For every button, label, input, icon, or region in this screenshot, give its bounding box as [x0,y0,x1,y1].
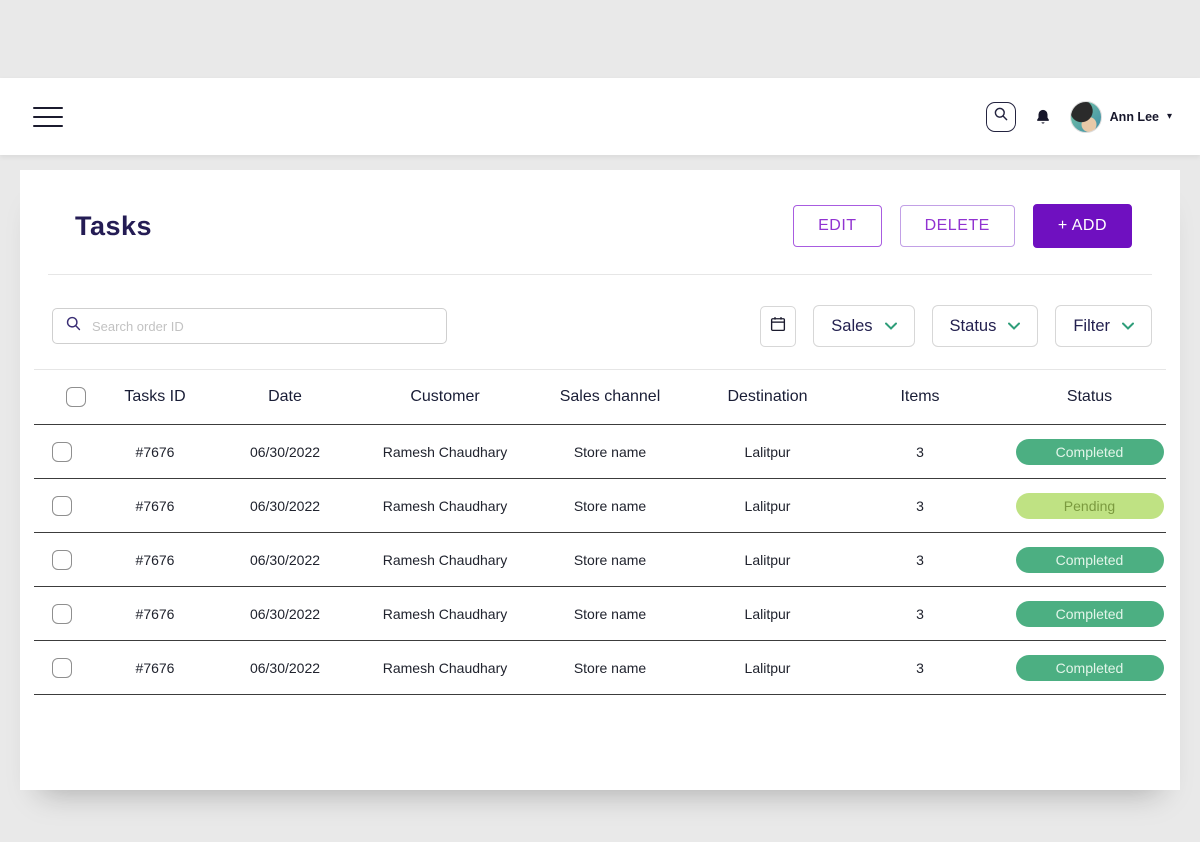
notifications-bell-icon[interactable] [1034,107,1052,127]
cell-customer: Ramesh Chaudhary [360,444,530,460]
row-checkbox[interactable] [52,604,72,624]
cell-date: 06/30/2022 [210,498,360,514]
sales-dropdown-label: Sales [831,317,872,336]
filter-controls: Sales Status Filter [760,305,1152,347]
cell-date: 06/30/2022 [210,552,360,568]
table-body: #7676 06/30/2022 Ramesh Chaudhary Store … [34,425,1166,695]
cell-customer: Ramesh Chaudhary [360,660,530,676]
calendar-icon [769,315,787,338]
cell-sales-channel: Store name [530,498,690,514]
column-header-tasks-id: Tasks ID [100,388,210,406]
filter-dropdown-label: Filter [1073,317,1110,336]
search-order-input[interactable] [92,319,434,334]
filter-dropdown[interactable]: Filter [1055,305,1152,347]
filter-row: Sales Status Filter [20,275,1180,369]
cell-customer: Ramesh Chaudhary [360,552,530,568]
cell-customer: Ramesh Chaudhary [360,606,530,622]
cell-destination: Lalitpur [690,444,845,460]
chevron-down-icon [1122,317,1134,335]
edit-button[interactable]: EDIT [793,205,881,247]
status-dropdown[interactable]: Status [932,305,1039,347]
row-checkbox[interactable] [52,496,72,516]
tasks-table: Tasks ID Date Customer Sales channel Des… [34,369,1166,695]
cell-items: 3 [845,660,995,676]
table-row: #7676 06/30/2022 Ramesh Chaudhary Store … [34,533,1166,587]
cell-task-id: #7676 [100,444,210,460]
cell-date: 06/30/2022 [210,606,360,622]
column-header-date: Date [210,388,360,406]
user-name: Ann Lee [1110,110,1159,124]
cell-sales-channel: Store name [530,552,690,568]
column-header-sales-channel: Sales channel [530,388,690,406]
row-checkbox[interactable] [52,442,72,462]
cell-task-id: #7676 [100,606,210,622]
user-menu[interactable]: Ann Lee ▾ [1070,101,1172,133]
cell-destination: Lalitpur [690,552,845,568]
chevron-down-icon [885,317,897,335]
status-badge: Pending [1016,493,1164,519]
status-badge: Completed [1016,655,1164,681]
calendar-button[interactable] [760,306,796,347]
column-header-status: Status [995,388,1184,406]
cell-task-id: #7676 [100,552,210,568]
column-header-items: Items [845,388,995,406]
chevron-down-icon: ▾ [1167,111,1172,122]
cell-task-id: #7676 [100,660,210,676]
select-all-checkbox[interactable] [66,387,86,407]
cell-date: 06/30/2022 [210,660,360,676]
cell-items: 3 [845,552,995,568]
status-badge: Completed [1016,439,1164,465]
content-card: Tasks EDIT DELETE + ADD Sales [20,170,1180,790]
topbar: Ann Lee ▾ [0,78,1200,155]
table-row: #7676 06/30/2022 Ramesh Chaudhary Store … [34,587,1166,641]
status-dropdown-label: Status [950,317,997,336]
table-row: #7676 06/30/2022 Ramesh Chaudhary Store … [34,425,1166,479]
search-button[interactable] [986,102,1016,132]
cell-task-id: #7676 [100,498,210,514]
cell-sales-channel: Store name [530,660,690,676]
status-badge: Completed [1016,547,1164,573]
column-header-destination: Destination [690,388,845,406]
cell-items: 3 [845,444,995,460]
table-row: #7676 06/30/2022 Ramesh Chaudhary Store … [34,479,1166,533]
cell-destination: Lalitpur [690,606,845,622]
column-header-customer: Customer [360,388,530,406]
cell-sales-channel: Store name [530,444,690,460]
search-icon [65,315,82,337]
delete-button[interactable]: DELETE [900,205,1015,247]
cell-sales-channel: Store name [530,606,690,622]
cell-items: 3 [845,606,995,622]
page-title: Tasks [75,211,152,242]
row-checkbox[interactable] [52,658,72,678]
search-icon [993,106,1009,127]
hamburger-menu-icon[interactable] [33,100,63,134]
table-row: #7676 06/30/2022 Ramesh Chaudhary Store … [34,641,1166,695]
user-avatar [1070,101,1102,133]
sales-dropdown[interactable]: Sales [813,305,914,347]
cell-destination: Lalitpur [690,498,845,514]
search-order-box [52,308,447,344]
cell-destination: Lalitpur [690,660,845,676]
chevron-down-icon [1008,317,1020,335]
cell-items: 3 [845,498,995,514]
row-checkbox[interactable] [52,550,72,570]
add-button[interactable]: + ADD [1033,204,1132,248]
cell-date: 06/30/2022 [210,444,360,460]
header-actions: EDIT DELETE + ADD [793,204,1132,248]
page-header: Tasks EDIT DELETE + ADD [20,170,1180,274]
table-header-row: Tasks ID Date Customer Sales channel Des… [34,370,1166,425]
status-badge: Completed [1016,601,1164,627]
cell-customer: Ramesh Chaudhary [360,498,530,514]
